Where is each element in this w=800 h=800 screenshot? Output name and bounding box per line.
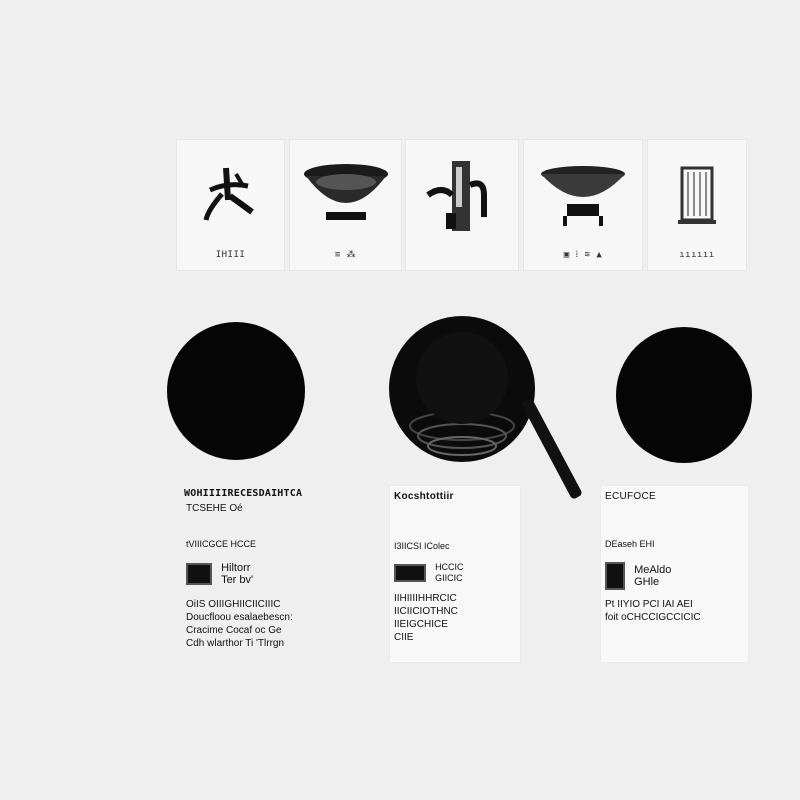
- info-card-2[interactable]: Kocshtottiir I3IICSI IColec HCCIC GIICIC…: [390, 486, 520, 662]
- card-3-body: Pt IIYIO PCI IAI AEI foit oCHCCIGCCICIC: [605, 598, 701, 624]
- body-line: IIHIIIIHHRCIC: [394, 593, 457, 604]
- card-3-feature-2: GHle: [634, 576, 660, 588]
- body-line: OiIS OIIIGHIICIICIIIC: [186, 599, 281, 610]
- card-2-feature-1: HCCIC: [435, 562, 464, 572]
- thumbnail-card-5[interactable]: ıııııı: [648, 140, 746, 270]
- card-2-feature: HCCIC GIICIC: [394, 562, 464, 584]
- body-line: Doucfloou esalaebescn:: [186, 612, 293, 623]
- circle-bowl-center[interactable]: [389, 316, 535, 462]
- body-line: Cdh wlarthor Ti 'Tlrrgn: [186, 638, 285, 649]
- info-card-3[interactable]: ECUFOCE DEaseh EHI MeAldo GHle Pt IIYIO …: [601, 486, 748, 662]
- card-3-feature: MeAldo GHle: [605, 562, 671, 590]
- thumbnail-caption: ≡ ⁂: [334, 250, 357, 260]
- book-icon: [648, 150, 746, 240]
- card-1-section-label: tVIIICGCE HCCE: [186, 539, 257, 549]
- card-3-feature-1: MeAldo: [634, 564, 672, 576]
- thumbnail-caption: ▣ ⁞ ≋ ▲: [563, 250, 603, 260]
- body-line: Pt IIYIO PCI IAI AEI: [605, 599, 693, 610]
- faucet-icon: [406, 150, 518, 240]
- bowl-icon: [290, 150, 401, 240]
- body-line: Cracime Cocaf oc Ge: [186, 625, 282, 636]
- thumbnail-card-4[interactable]: ▣ ⁞ ≋ ▲: [524, 140, 642, 270]
- info-card-1[interactable]: TCSEHE Oé tVIIICGCE HCCE Hiltorr Ter bv'…: [180, 486, 313, 658]
- card-2-header: Kocshtottiir: [394, 491, 454, 502]
- bowl-rings-icon: [409, 332, 515, 456]
- thumbnail-caption: ıııııı: [679, 250, 715, 260]
- card-1-feature-1: Hiltorr: [221, 562, 251, 574]
- card-1-feature-2: Ter bv': [221, 574, 254, 586]
- card-2-feature-2: GIICIC: [435, 573, 463, 583]
- thumbnail-swatch-icon: [394, 564, 426, 582]
- body-line: foit oCHCCIGCCICIC: [605, 612, 701, 623]
- gallery-canvas: IHIII ≡ ⁂ ▣ ⁞ ≋ ▲ ıııııı WOHIIIIRECESDAI…: [0, 0, 800, 800]
- dish-on-stand-icon: [524, 150, 642, 240]
- thumbnail-swatch-icon: [186, 563, 212, 585]
- thumbnail-card-2[interactable]: ≡ ⁂: [290, 140, 401, 270]
- card-1-body: OiIS OIIIGHIICIICIIIC Doucfloou esalaebe…: [186, 598, 293, 650]
- thumbnail-card-1[interactable]: IHIII: [177, 140, 284, 270]
- body-line: IICIICIOTHNC: [394, 606, 458, 617]
- card-3-section-label: DEaseh EHI: [605, 539, 655, 549]
- thumbnail-swatch-icon: [605, 562, 625, 590]
- card-1-feature: Hiltorr Ter bv': [186, 562, 253, 586]
- card-3-header: ECUFOCE: [605, 491, 656, 502]
- card-1-subheader: TCSEHE Oé: [186, 503, 243, 514]
- ink-figure-icon: [177, 150, 284, 240]
- card-2-body: IIHIIIIHHRCIC IICIICIOTHNC IIEIGCHICE CI…: [394, 592, 458, 644]
- body-line: CIIE: [394, 632, 414, 643]
- card-2-section-label: I3IICSI IColec: [394, 541, 450, 551]
- thumbnail-card-3[interactable]: [406, 140, 518, 270]
- circle-swatch-left[interactable]: [167, 322, 305, 460]
- thumbnail-caption: IHIII: [215, 250, 246, 260]
- body-line: IIEIGCHICE: [394, 619, 448, 630]
- circle-swatch-right[interactable]: [616, 327, 752, 463]
